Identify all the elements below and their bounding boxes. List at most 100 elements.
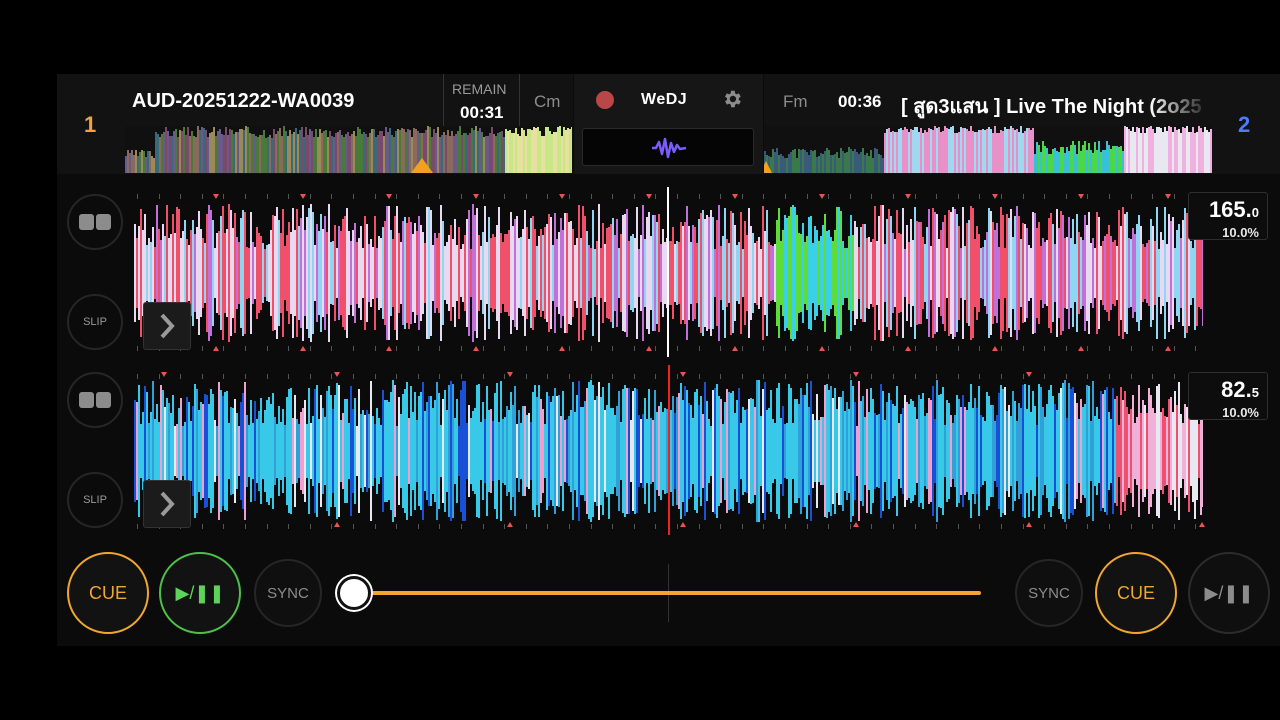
beat-tick [309, 194, 311, 199]
deck2-slip-button[interactable]: SLIP [67, 472, 123, 528]
deck2-loop-button[interactable] [67, 372, 123, 428]
beat-tick [633, 524, 635, 529]
deck2-cue-button[interactable]: CUE [1095, 552, 1177, 634]
beat-tick [569, 524, 570, 529]
beat-tick [741, 524, 743, 529]
beat-tick [331, 374, 333, 379]
deck2-track-title[interactable]: [ สูด3แสน ] Live The Night (2o25 [901, 90, 1211, 122]
beat-tick [417, 524, 419, 529]
beat-tick [698, 524, 700, 529]
deck2-overview-waveform[interactable] [764, 126, 1212, 173]
deck2-key: Fm [783, 92, 808, 111]
beat-tick [525, 194, 527, 199]
beat-tick [266, 194, 268, 199]
beat-tick [525, 374, 527, 379]
beat-tick [1109, 194, 1110, 199]
record-icon[interactable] [596, 91, 614, 109]
beat-tick [245, 374, 246, 379]
overview-bar [1210, 128, 1212, 173]
center-panel: WeDJ [574, 74, 763, 174]
crossfader[interactable] [337, 564, 983, 622]
deck1-sync-button[interactable]: SYNC [254, 559, 322, 627]
waveform-view-button[interactable] [582, 128, 754, 166]
beat-tick [180, 374, 182, 379]
chevron-right-icon [160, 313, 175, 339]
beat-tick [828, 194, 830, 199]
deck2-play-pause-button[interactable]: ▶/❚❚ [1188, 552, 1270, 634]
beat-tick [1173, 194, 1175, 199]
beat-tick [979, 194, 981, 199]
deck1-position-marker [411, 158, 433, 173]
beat-marker [905, 194, 911, 199]
deck2-expand-button[interactable] [143, 480, 191, 528]
beat-tick [1065, 524, 1067, 529]
beat-tick [353, 374, 354, 379]
beat-tick [1109, 524, 1110, 529]
beat-tick [698, 346, 700, 351]
beat-tick [525, 524, 527, 529]
deck2-pitch-range: 10.0% [1222, 405, 1259, 420]
beat-tick [1022, 374, 1024, 379]
beat-tick [590, 524, 592, 529]
beat-marker [559, 346, 565, 351]
beat-tick [1044, 524, 1046, 529]
beat-tick [374, 194, 376, 199]
beat-tick [1044, 346, 1046, 351]
crossfader-track[interactable] [353, 591, 981, 595]
beat-tick [720, 524, 722, 529]
deck1-track-title[interactable]: AUD-20251222-WA0039 [132, 90, 432, 113]
deck1-pitch-range: 10.0% [1222, 225, 1259, 240]
beat-tick [331, 524, 333, 529]
deck2-time[interactable]: 00:36 [838, 92, 881, 112]
beat-tick [720, 346, 722, 351]
beat-tick [677, 194, 678, 199]
beat-tick [806, 374, 808, 379]
beat-tick [633, 194, 635, 199]
beat-tick [590, 346, 592, 351]
beat-tick [1065, 374, 1067, 379]
deck1-bpm-display[interactable]: 165.0 10.0% [1188, 192, 1268, 240]
beat-tick [547, 374, 549, 379]
deck2-sync-button[interactable]: SYNC [1015, 559, 1083, 627]
deck1-overview-waveform[interactable] [125, 126, 572, 173]
beat-tick [396, 346, 398, 351]
beat-tick [417, 374, 419, 379]
beat-tick [201, 524, 203, 529]
beat-tick [396, 374, 398, 379]
beat-tick [223, 374, 225, 379]
beat-tick [461, 524, 462, 529]
beat-tick [266, 374, 268, 379]
beat-tick [223, 346, 225, 351]
beat-marker [472, 346, 479, 351]
beat-tick [763, 524, 765, 529]
beat-tick [741, 194, 743, 199]
deck1-header: 1 AUD-20251222-WA0039 REMAIN 00:31 Cm [57, 74, 573, 174]
beat-tick [1109, 346, 1110, 351]
beat-tick [439, 346, 441, 351]
beat-tick [223, 524, 225, 529]
gear-icon[interactable] [721, 88, 743, 110]
beat-tick [245, 524, 246, 529]
beat-marker [853, 522, 859, 527]
deck1-loop-button[interactable] [67, 194, 123, 250]
beat-tick [309, 524, 311, 529]
beat-tick [137, 374, 138, 379]
remain-time[interactable]: 00:31 [460, 103, 503, 123]
beat-tick [655, 374, 657, 379]
beat-tick [655, 194, 657, 199]
crossfader-knob[interactable] [337, 576, 371, 610]
beat-tick [1087, 194, 1089, 199]
beat-tick [957, 346, 959, 351]
deck1-expand-button[interactable] [143, 302, 191, 350]
beat-tick [720, 374, 722, 379]
deck1-cue-button[interactable]: CUE [67, 552, 149, 634]
beat-tick [569, 374, 570, 379]
beat-tick [461, 194, 462, 199]
deck2-bpm-display[interactable]: 82.5 10.0% [1188, 372, 1268, 420]
deck1-play-pause-button[interactable]: ▶/❚❚ [159, 552, 241, 634]
beat-tick [914, 524, 916, 529]
beat-tick [655, 346, 657, 351]
beat-tick [677, 374, 678, 379]
deck1-slip-button[interactable]: SLIP [67, 294, 123, 350]
beat-tick [849, 374, 851, 379]
